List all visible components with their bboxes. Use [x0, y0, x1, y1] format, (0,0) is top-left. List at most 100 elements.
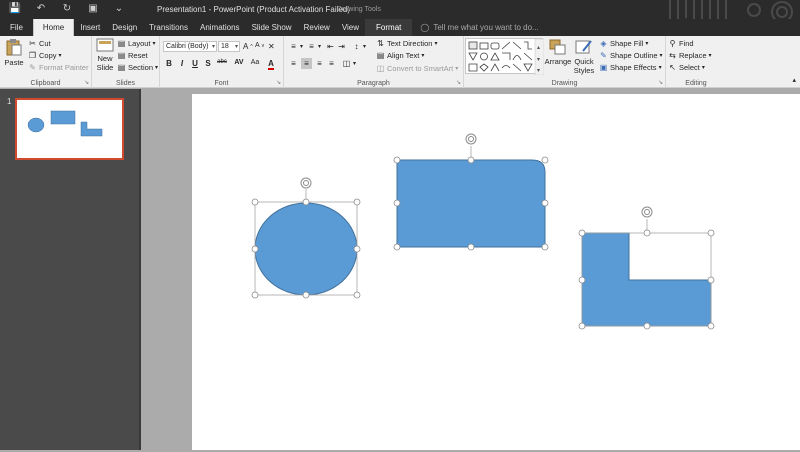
shrink-font-button[interactable]: Av: [255, 42, 264, 49]
font-size-value: 18: [221, 43, 229, 50]
line-spacing-button[interactable]: ↕ ▾: [352, 42, 367, 51]
font-color-button[interactable]: A: [264, 59, 278, 70]
grow-font-button[interactable]: A ^: [243, 42, 253, 51]
replace-icon: ⇆: [669, 51, 676, 60]
redo-icon[interactable]: ↻: [60, 3, 74, 14]
tab-home[interactable]: Home: [32, 19, 75, 36]
tab-file[interactable]: File: [0, 19, 33, 36]
indent-icon: ⇥: [338, 42, 345, 51]
shape-effects-button[interactable]: ▣ Shape Effects ▾: [599, 63, 662, 72]
cut-button[interactable]: ✂ Cut: [28, 39, 51, 48]
font-launcher-icon[interactable]: ↘: [276, 79, 281, 86]
clear-format-button[interactable]: ✕: [268, 42, 275, 51]
collapse-ribbon-icon[interactable]: ▴: [792, 76, 796, 84]
tab-transitions[interactable]: Transitions: [143, 19, 194, 36]
tab-slide-show[interactable]: Slide Show: [246, 19, 298, 36]
save-icon[interactable]: 💾: [8, 3, 22, 14]
title-bar: 💾 ↶ ↻ ▣ ⌄ Presentation1 - PowerPoint (Pr…: [0, 0, 800, 28]
tab-review[interactable]: Review: [298, 19, 336, 36]
find-button[interactable]: ⚲ Find: [668, 39, 694, 48]
columns-icon: ◫: [342, 59, 351, 68]
align-center-button[interactable]: ≡: [301, 58, 312, 69]
underline-button[interactable]: U: [190, 59, 200, 70]
present-icon[interactable]: ▣: [86, 3, 100, 14]
font-size-combo[interactable]: 18 ▾: [218, 41, 240, 52]
justify-button[interactable]: ≡: [327, 59, 336, 68]
font-name-value: Calibri (Body): [166, 43, 209, 50]
reset-icon: ▤: [117, 51, 126, 60]
columns-button[interactable]: ◫ ▾: [342, 59, 356, 68]
shape-fill-button[interactable]: ◈ Shape Fill ▾: [599, 39, 648, 48]
replace-button[interactable]: ⇆ Replace ▾: [668, 51, 711, 60]
layout-label: Layout: [128, 39, 151, 48]
new-slide-button[interactable]: New Slide: [94, 38, 116, 72]
convert-smartart-button[interactable]: ◫ Convert to SmartArt ▾: [376, 64, 459, 73]
increase-indent-button[interactable]: ⇥: [337, 42, 346, 51]
reset-label: Reset: [128, 51, 148, 60]
align-left-button[interactable]: ≡: [289, 59, 298, 68]
shapes-gallery-icon: ▴ ▾ ▾: [468, 38, 545, 76]
select-button[interactable]: ↖ Select ▾: [668, 63, 705, 72]
section-button[interactable]: ▤ Section ▾: [117, 63, 158, 72]
customize-icon[interactable]: ⌄: [112, 3, 126, 14]
align-right-button[interactable]: ≡: [315, 59, 324, 68]
text-direction-button[interactable]: ⇅ Text Direction ▾: [376, 39, 437, 48]
search-icon: ⚲: [669, 39, 676, 48]
slide-number: 1: [7, 97, 12, 106]
tab-view[interactable]: View: [336, 19, 365, 36]
quick-access-toolbar: 💾 ↶ ↻ ▣ ⌄: [8, 3, 126, 14]
paste-label: Paste: [4, 58, 24, 67]
chevron-down-icon: ▾: [211, 44, 215, 50]
tab-design[interactable]: Design: [106, 19, 143, 36]
paragraph-launcher-icon[interactable]: ↘: [456, 79, 461, 86]
convert-smartart-label: Convert to SmartArt: [387, 64, 454, 73]
tell-me-box[interactable]: ◯ Tell me what you want to do...: [412, 19, 544, 36]
paste-button[interactable]: Paste: [4, 38, 24, 72]
new-slide-icon: [96, 38, 114, 52]
rotate-handle-icon[interactable]: [641, 206, 653, 218]
find-label: Find: [679, 39, 694, 48]
strikethrough-button[interactable]: abc: [215, 59, 229, 70]
paste-icon: [6, 39, 22, 56]
font-name-combo[interactable]: Calibri (Body) ▾: [163, 41, 217, 52]
reset-button[interactable]: ▤ Reset: [117, 51, 148, 60]
copy-label: Copy: [39, 51, 57, 60]
undo-icon[interactable]: ↶: [34, 3, 48, 14]
decrease-indent-button[interactable]: ⇤: [326, 42, 335, 51]
slide-canvas[interactable]: [192, 94, 800, 450]
rotate-handle-icon[interactable]: [300, 177, 312, 189]
tab-format[interactable]: Format: [365, 19, 413, 36]
tab-insert[interactable]: Insert: [74, 19, 106, 36]
numbering-icon: ≡: [309, 42, 314, 51]
shape-outline-button[interactable]: ✎ Shape Outline ▾: [599, 51, 662, 60]
font-group: Calibri (Body) ▾ 18 ▾ A ^ Av ✕ B I U S abc …: [160, 36, 284, 88]
slide-thumbnail[interactable]: [15, 98, 124, 160]
drawing-launcher-icon[interactable]: ↘: [658, 79, 663, 86]
line-spacing-icon: ↕: [354, 42, 359, 51]
rotate-handle-icon[interactable]: [465, 133, 477, 145]
format-painter-button[interactable]: ✎ Format Painter: [28, 63, 88, 72]
align-text-button[interactable]: ▤ Align Text ▾: [376, 51, 425, 60]
brush-icon: ✎: [29, 63, 36, 72]
tab-animations[interactable]: Animations: [194, 19, 246, 36]
char-spacing-button[interactable]: AV: [232, 59, 246, 70]
align-center-icon: ≡: [304, 59, 309, 68]
bullets-button[interactable]: ≡ ▾: [289, 42, 303, 51]
quick-styles-button[interactable]: Quick Styles: [572, 39, 596, 75]
text-direction-icon: ⇅: [377, 39, 384, 48]
shapes-gallery[interactable]: ▴ ▾ ▾: [465, 38, 545, 76]
cursor-icon: ↖: [669, 63, 676, 72]
bold-button[interactable]: B: [164, 59, 174, 70]
layout-button[interactable]: ▤ Layout ▾: [117, 39, 156, 48]
arrange-button[interactable]: Arrange: [544, 39, 572, 66]
svg-text:▾: ▾: [537, 57, 540, 63]
smartart-icon: ◫: [376, 64, 385, 73]
font-color-label: A: [268, 59, 274, 70]
numbering-button[interactable]: ≡ ▾: [307, 42, 321, 51]
italic-button[interactable]: I: [177, 59, 187, 70]
shadow-button[interactable]: S: [203, 59, 213, 70]
change-case-button[interactable]: Aa: [249, 59, 261, 70]
copy-button[interactable]: ❐ Copy ▾: [28, 51, 62, 60]
clipboard-launcher-icon[interactable]: ↘: [84, 79, 89, 86]
section-label: Section: [128, 63, 154, 72]
